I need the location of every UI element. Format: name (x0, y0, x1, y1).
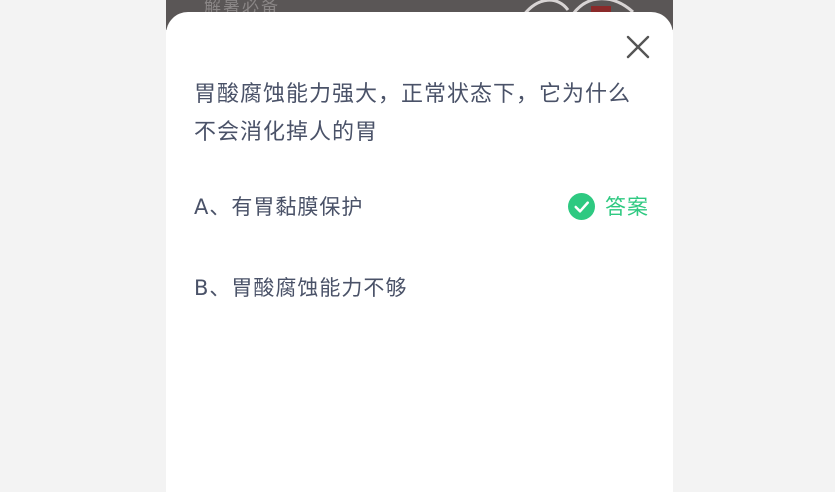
quiz-sheet: 胃酸腐蚀能力强大，正常状态下，它为什么不会消化掉人的胃 A、有胃黏膜保护 答案 … (166, 12, 673, 492)
option-b-label: B、胃酸腐蚀能力不够 (194, 276, 408, 300)
option-a-label: A、有胃黏膜保护 (194, 195, 364, 219)
question-text: 胃酸腐蚀能力强大，正常状态下，它为什么不会消化掉人的胃 (194, 82, 632, 145)
close-icon[interactable] (623, 32, 653, 62)
answer-badge: 答案 (568, 191, 649, 221)
screen: 解暑必备 胃酸腐蚀能力强大，正常状态下，它为什么不会消化掉人的胃 A、有胃黏膜保… (0, 0, 835, 492)
check-circle-icon (568, 192, 595, 220)
answer-label: 答案 (605, 195, 649, 219)
option-a[interactable]: A、有胃黏膜保护 答案 (194, 185, 649, 225)
option-b[interactable]: B、胃酸腐蚀能力不够 (194, 266, 649, 306)
